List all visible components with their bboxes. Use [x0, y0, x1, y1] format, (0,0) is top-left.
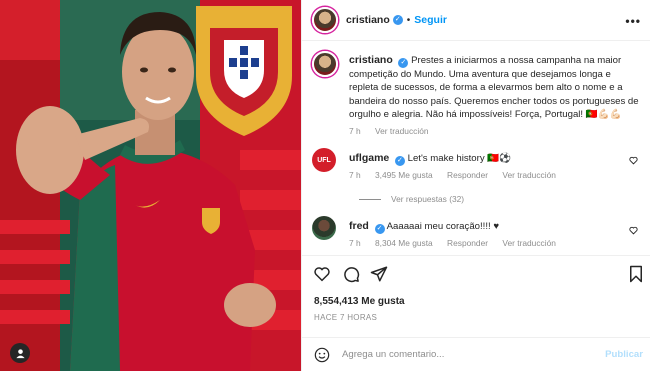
separator-dot: •	[406, 14, 411, 26]
author-avatar[interactable]	[312, 7, 338, 33]
caption-time: 7 h	[349, 125, 361, 136]
commenter-avatar[interactable]	[312, 216, 336, 240]
comment-time: 7 h	[349, 238, 361, 248]
caption: cristiano ✓ Prestes a iniciarmos a nossa…	[312, 51, 642, 151]
comment-item: fred ✓ Aaaaaai meu coração!!!! ♥ 7 h 8,3…	[312, 216, 642, 252]
caption-username[interactable]: cristiano	[349, 54, 393, 66]
comment-reply-button[interactable]: Responder	[447, 238, 488, 248]
comment-meta: 7 h 8,304 Me gusta Responder Ver traducc…	[349, 238, 568, 248]
post-timestamp: HACE 7 HORAS	[314, 313, 378, 322]
follow-button[interactable]: Seguir	[414, 14, 447, 26]
comment-meta: 7 h 3,495 Me gusta Responder Ver traducc…	[349, 170, 568, 180]
comment-username[interactable]: uflgame	[349, 152, 389, 164]
comment-translate-link[interactable]: Ver traducción	[502, 170, 556, 180]
publish-button[interactable]: Publicar	[605, 349, 643, 360]
emoji-icon[interactable]	[314, 347, 330, 363]
comment-input[interactable]	[342, 349, 582, 360]
view-replies[interactable]: Ver respuestas (32)	[359, 194, 464, 204]
save-bookmark-icon[interactable]	[628, 265, 644, 283]
commenter-avatar[interactable]: UFL	[312, 148, 336, 172]
post-photo[interactable]	[0, 0, 301, 371]
more-options-icon[interactable]: •••	[625, 14, 641, 28]
add-comment-bar: Publicar	[302, 337, 650, 371]
caption-author-avatar[interactable]	[312, 51, 338, 77]
comment-text-block: fred ✓ Aaaaaai meu coração!!!! ♥	[349, 220, 619, 234]
author-username[interactable]: cristiano	[346, 14, 390, 26]
like-comment-heart-icon[interactable]	[629, 156, 638, 165]
comment-translate-link[interactable]: Ver traducción	[502, 238, 556, 248]
post-header: cristiano ✓ • Seguir •••	[302, 0, 650, 41]
verified-badge-icon: ✓	[398, 58, 409, 68]
tagged-user-icon[interactable]	[10, 343, 30, 363]
caption-translate-link[interactable]: Ver traducción	[375, 126, 429, 136]
comment-body: Let's make history 🇵🇹⚽	[407, 153, 512, 164]
verified-badge-icon: ✓	[374, 224, 385, 234]
caption-text-block: cristiano ✓ Prestes a iniciarmos a nossa…	[349, 54, 641, 138]
comment-username[interactable]: fred	[349, 220, 369, 232]
comments-list[interactable]: cristiano ✓ Prestes a iniciarmos a nossa…	[302, 42, 650, 252]
like-comment-heart-icon[interactable]	[629, 226, 638, 235]
caption-meta: 7 h Ver traducción	[349, 125, 641, 138]
caption-body: Prestes a iniciarmos a nossa campanha na…	[349, 55, 639, 121]
comment-reply-button[interactable]: Responder	[447, 170, 488, 180]
comment-item: UFL uflgame ✓ Let's make history 🇵🇹⚽ 7 h…	[312, 148, 642, 208]
post-side-panel: cristiano ✓ • Seguir ••• cristiano ✓ Pre…	[301, 0, 650, 371]
person-icon	[15, 348, 25, 358]
comment-likes[interactable]: 3,495 Me gusta	[375, 170, 433, 180]
verified-badge-icon: ✓	[392, 15, 403, 25]
comment-time: 7 h	[349, 170, 361, 180]
likes-count[interactable]: 8,554,413 Me gusta	[314, 296, 405, 307]
view-replies-label[interactable]: Ver respuestas (32)	[391, 194, 464, 204]
comment-likes[interactable]: 8,304 Me gusta	[375, 238, 433, 248]
comment-body: Aaaaaai meu coração!!!! ♥	[386, 221, 500, 232]
verified-badge-icon: ✓	[394, 156, 405, 166]
replies-divider	[359, 198, 381, 200]
post-photo-illustration	[0, 0, 301, 371]
comment-bubble-icon[interactable]	[342, 265, 360, 283]
like-heart-icon[interactable]	[313, 265, 331, 283]
comment-text-block: uflgame ✓ Let's make history 🇵🇹⚽	[349, 152, 619, 166]
share-send-icon[interactable]	[370, 265, 388, 283]
post-actions	[302, 255, 650, 293]
